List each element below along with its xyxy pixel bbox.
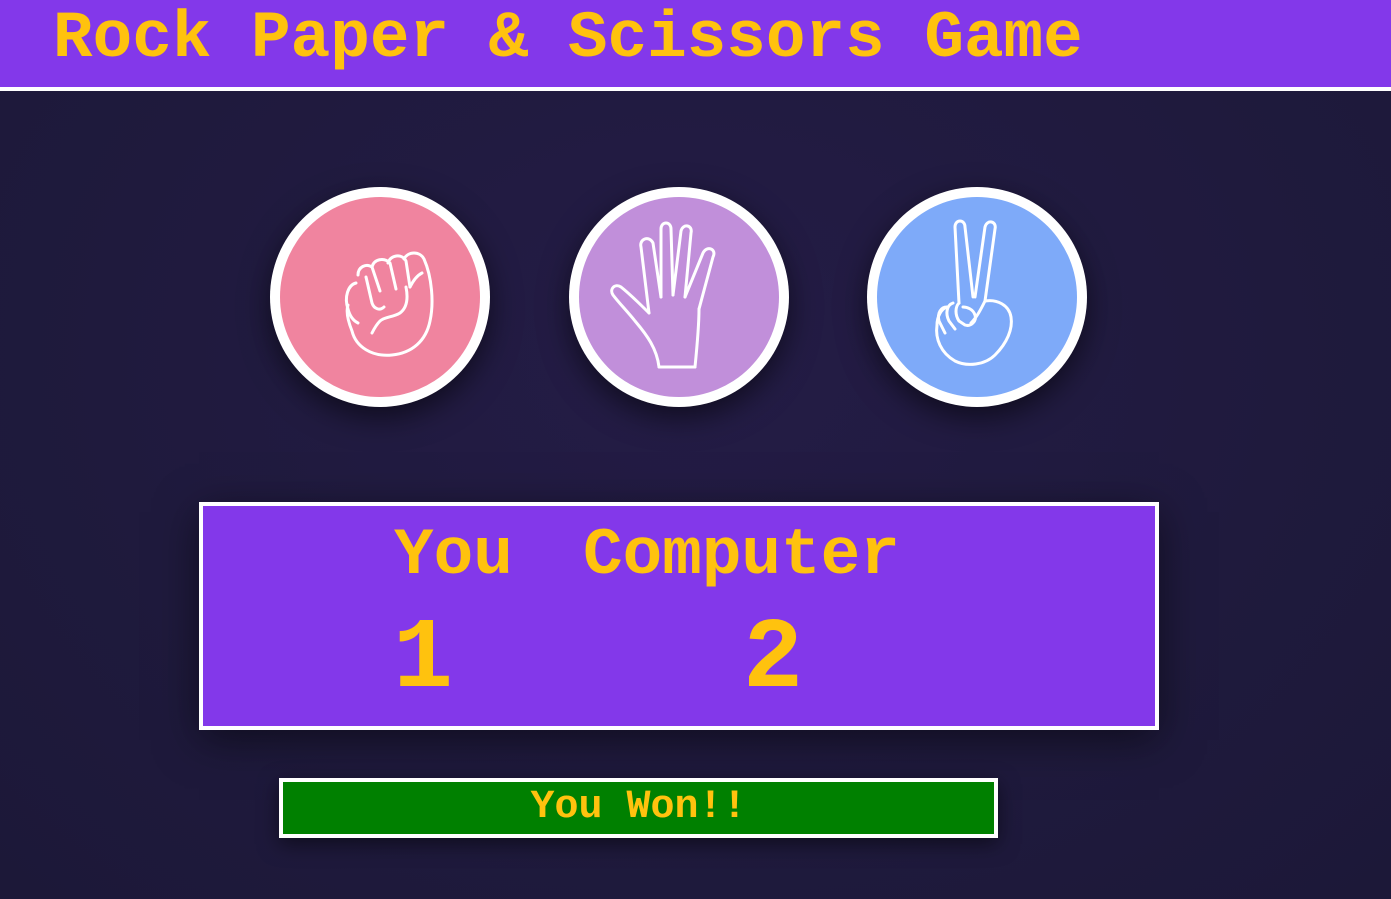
result-message: You Won!! — [279, 778, 998, 838]
game-title: Rock Paper & Scissors Game — [53, 1, 1083, 76]
paper-hand-icon — [610, 221, 716, 369]
rock-choice-circle — [280, 197, 480, 397]
rock-choice-button[interactable] — [270, 187, 490, 407]
paper-choice-circle — [579, 197, 779, 397]
computer-score: 2 — [743, 604, 804, 717]
scissors-choice-circle — [877, 197, 1077, 397]
you-score: 1 — [393, 604, 454, 717]
you-label: You — [394, 518, 513, 593]
scoreboard: You Computer 1 2 — [199, 502, 1159, 730]
rock-fist-icon — [344, 251, 434, 357]
scissors-peace-icon — [935, 219, 1013, 366]
paper-choice-button[interactable] — [569, 187, 789, 407]
scissors-choice-button[interactable] — [867, 187, 1087, 407]
header-bar: Rock Paper & Scissors Game — [0, 0, 1391, 91]
computer-label: Computer — [583, 518, 900, 593]
